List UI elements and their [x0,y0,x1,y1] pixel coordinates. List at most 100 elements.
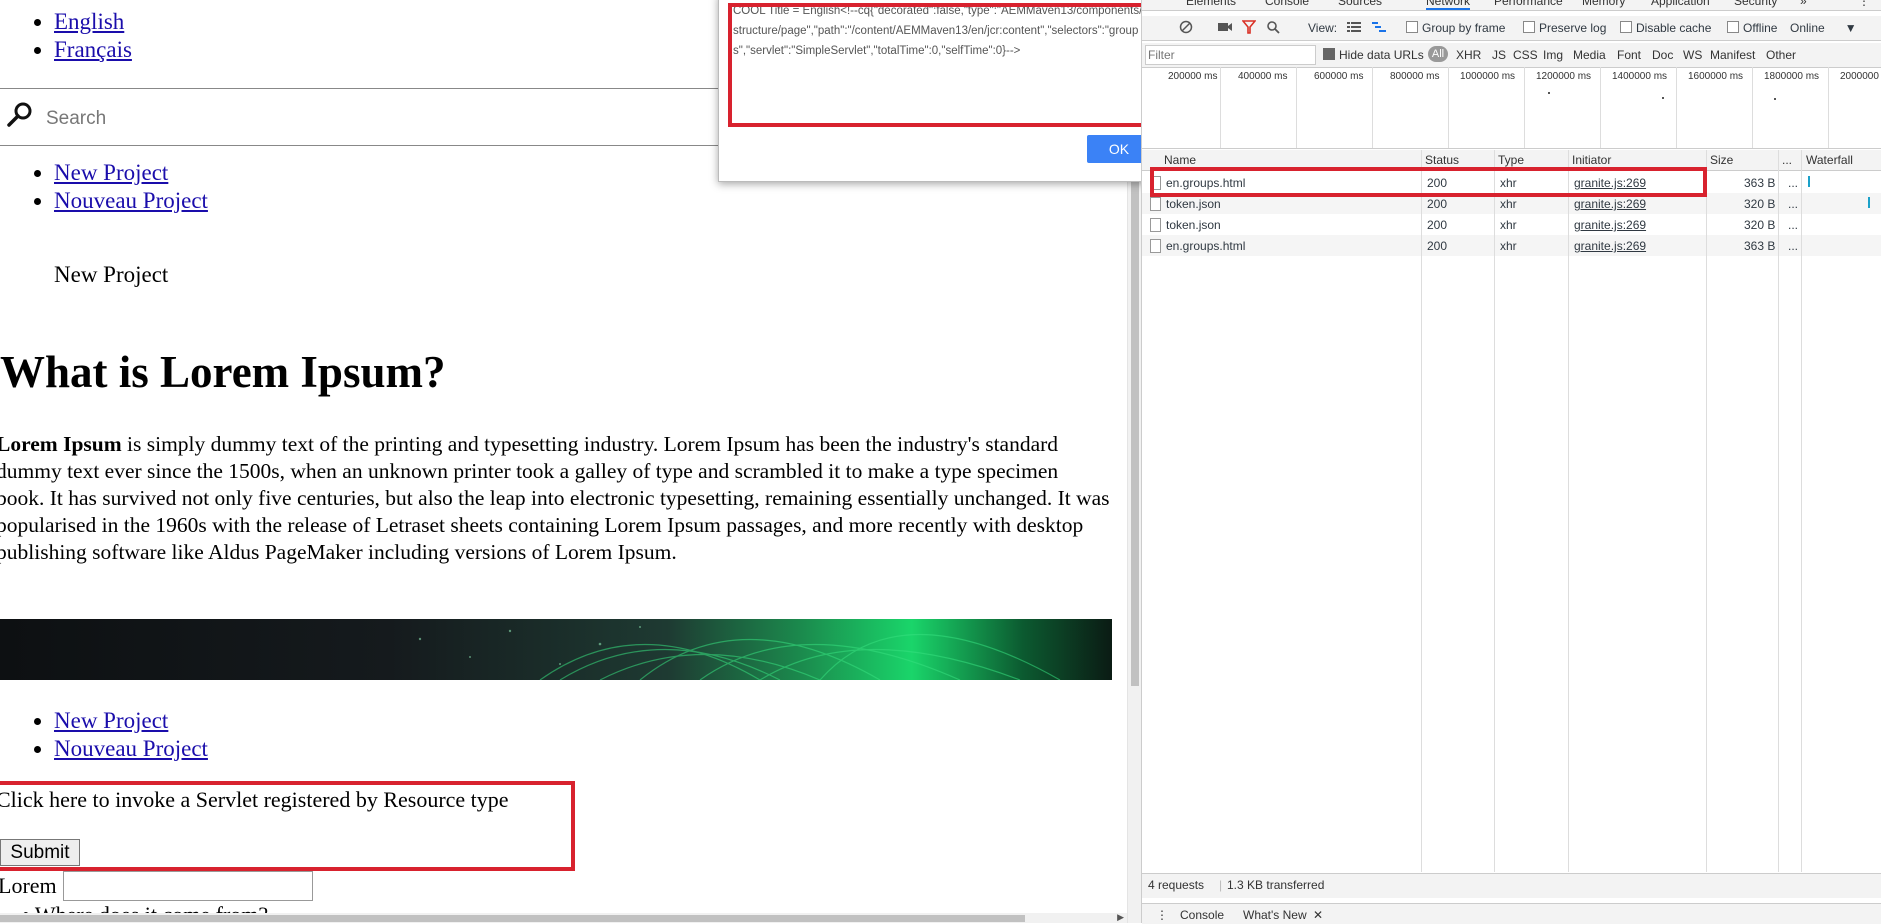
language-link-francais[interactable]: Français [54,37,132,62]
page-title: What is Lorem Ipsum? [0,347,446,397]
filter-type-manifest[interactable]: Manifest [1710,48,1755,62]
search-icon[interactable] [1266,20,1280,34]
filter-type-all[interactable]: All [1428,46,1448,62]
transferred-size: 1.3 KB transferred [1227,878,1325,892]
nav-link-nouveau-project-bottom[interactable]: Nouveau Project [54,736,208,761]
tab-performance[interactable]: Performance [1494,0,1563,8]
network-request-table: Name Status Type Initiator Size ... Wate… [1142,150,1881,872]
lorem-paragraph: Lorem Ipsum is simply dummy text of the … [0,431,1111,566]
network-toolbar: View: Group by frame Preserve log Disabl… [1142,16,1881,41]
highlight-box-servlet [0,781,575,871]
timeline-tick: 1600000 ms [1688,71,1744,82]
nav-list-bottom: New Project Nouveau Project [0,707,208,763]
column-header-initiator[interactable]: Initiator [1572,153,1611,167]
request-count: 4 requests [1148,878,1205,892]
nav-link-nouveau-project[interactable]: Nouveau Project [54,188,208,213]
language-link-english[interactable]: English [54,9,124,34]
kebab-menu-icon[interactable]: ⋮ [1858,0,1870,8]
tab-memory[interactable]: Memory [1582,0,1625,8]
preserve-log-checkbox[interactable]: Preserve log [1523,21,1606,35]
scroll-right-icon[interactable]: ▶ [1117,913,1124,923]
search-icon[interactable] [6,101,34,129]
view-label: View: [1308,21,1338,35]
lorem-input[interactable] [63,871,313,901]
filter-type-js[interactable]: JS [1492,48,1506,62]
language-list: English Français [0,8,132,64]
search-input[interactable] [44,103,648,135]
filter-type-css[interactable]: CSS [1513,48,1538,62]
file-icon [1150,218,1161,232]
hide-data-urls-checkbox[interactable]: Hide data URLs [1323,48,1424,62]
timeline-tick: 800000 ms [1390,71,1440,82]
nav-link-new-project[interactable]: New Project [54,160,168,185]
timeline-tick: 1000000 ms [1460,71,1516,82]
tab-network[interactable]: Network [1426,0,1471,10]
tab-security[interactable]: Security [1734,0,1777,8]
drawer-menu-icon[interactable]: ⋮ [1156,908,1168,922]
more-tabs-icon[interactable]: » [1800,0,1807,8]
devtools-tab-bar: Elements Console Sources Network Perform… [1142,0,1881,11]
timeline-overview[interactable]: 200000 ms 400000 ms 600000 ms 800000 ms … [1142,67,1881,149]
scrollbar-thumb[interactable] [0,915,1025,922]
timeline-tick: 2000000 ms [1840,71,1881,82]
initiator-link[interactable]: granite.js:269 [1574,218,1646,232]
offline-checkbox[interactable]: Offline [1727,21,1777,35]
drawer-tab-bar: ⋮ Console What's New ✕ [1142,903,1881,924]
drawer-tab-console[interactable]: Console [1180,908,1224,922]
column-header-more[interactable]: ... [1782,153,1792,167]
table-row[interactable]: token.json 200 xhr granite.js:269 320 B … [1142,214,1881,235]
tab-console[interactable]: Console [1265,0,1309,8]
filter-icon[interactable] [1242,20,1256,34]
filter-type-doc[interactable]: Doc [1652,48,1673,62]
column-header-waterfall[interactable]: Waterfall [1806,153,1853,167]
drawer-tab-whats-new[interactable]: What's New [1243,908,1307,922]
table-row[interactable]: en.groups.html 200 xhr granite.js:269 36… [1142,235,1881,256]
timeline-tick: 1200000 ms [1536,71,1592,82]
timeline-tick: 200000 ms [1168,71,1218,82]
timeline-tick: 600000 ms [1314,71,1364,82]
chevron-down-icon: ▼ [1844,21,1857,35]
file-icon [1150,239,1161,253]
nav-link-new-project-bottom[interactable]: New Project [54,708,168,733]
column-header-type[interactable]: Type [1498,153,1524,167]
clear-icon[interactable] [1179,20,1193,34]
highlight-box-request-row [1150,167,1707,197]
highlight-box-dialog [728,3,1149,127]
tab-elements[interactable]: Elements [1186,0,1236,8]
initiator-link[interactable]: granite.js:269 [1574,197,1646,211]
close-icon[interactable]: ✕ [1313,908,1323,922]
throttling-select[interactable]: Online ▼ [1790,21,1857,35]
paragraph-text: is simply dummy text of the printing and… [0,432,1110,564]
filter-type-xhr[interactable]: XHR [1456,48,1481,62]
column-header-status[interactable]: Status [1425,153,1459,167]
column-header-size[interactable]: Size [1710,153,1733,167]
filter-type-other[interactable]: Other [1766,48,1796,62]
alert-dialog: COOL Title = English<!--cq{"decorated":f… [718,0,1169,182]
waterfall-bar [1808,176,1810,187]
waterfall-bar [1868,197,1870,208]
disable-cache-checkbox[interactable]: Disable cache [1620,21,1711,35]
filter-type-font[interactable]: Font [1617,48,1641,62]
timeline-tick: 1800000 ms [1764,71,1820,82]
initiator-link[interactable]: granite.js:269 [1574,239,1646,253]
group-by-frame-checkbox[interactable]: Group by frame [1406,21,1505,35]
network-status-bar: 4 requests | 1.3 KB transferred [1142,873,1881,898]
tab-sources[interactable]: Sources [1338,0,1382,8]
camera-icon[interactable] [1217,20,1233,34]
list-view-icon[interactable] [1347,21,1361,33]
tab-application[interactable]: Application [1651,0,1710,8]
filter-type-img[interactable]: Img [1543,48,1563,62]
column-header-name[interactable]: Name [1164,153,1196,167]
filter-type-ws[interactable]: WS [1683,48,1702,62]
waterfall-view-icon[interactable] [1372,21,1386,33]
filter-bar: Hide data URLs All XHR JS CSS Img Media … [1142,43,1881,68]
filter-type-media[interactable]: Media [1573,48,1606,62]
lorem-label: Lorem [0,873,57,898]
banner-image [0,619,1112,680]
page-subtitle: New Project [54,262,169,287]
filter-input[interactable] [1145,45,1316,65]
horizontal-scrollbar[interactable]: ▶ [0,913,1127,923]
paragraph-bold: Lorem Ipsum [0,432,122,456]
file-icon [1150,197,1161,211]
nav-list-top: New Project Nouveau Project [0,159,208,215]
